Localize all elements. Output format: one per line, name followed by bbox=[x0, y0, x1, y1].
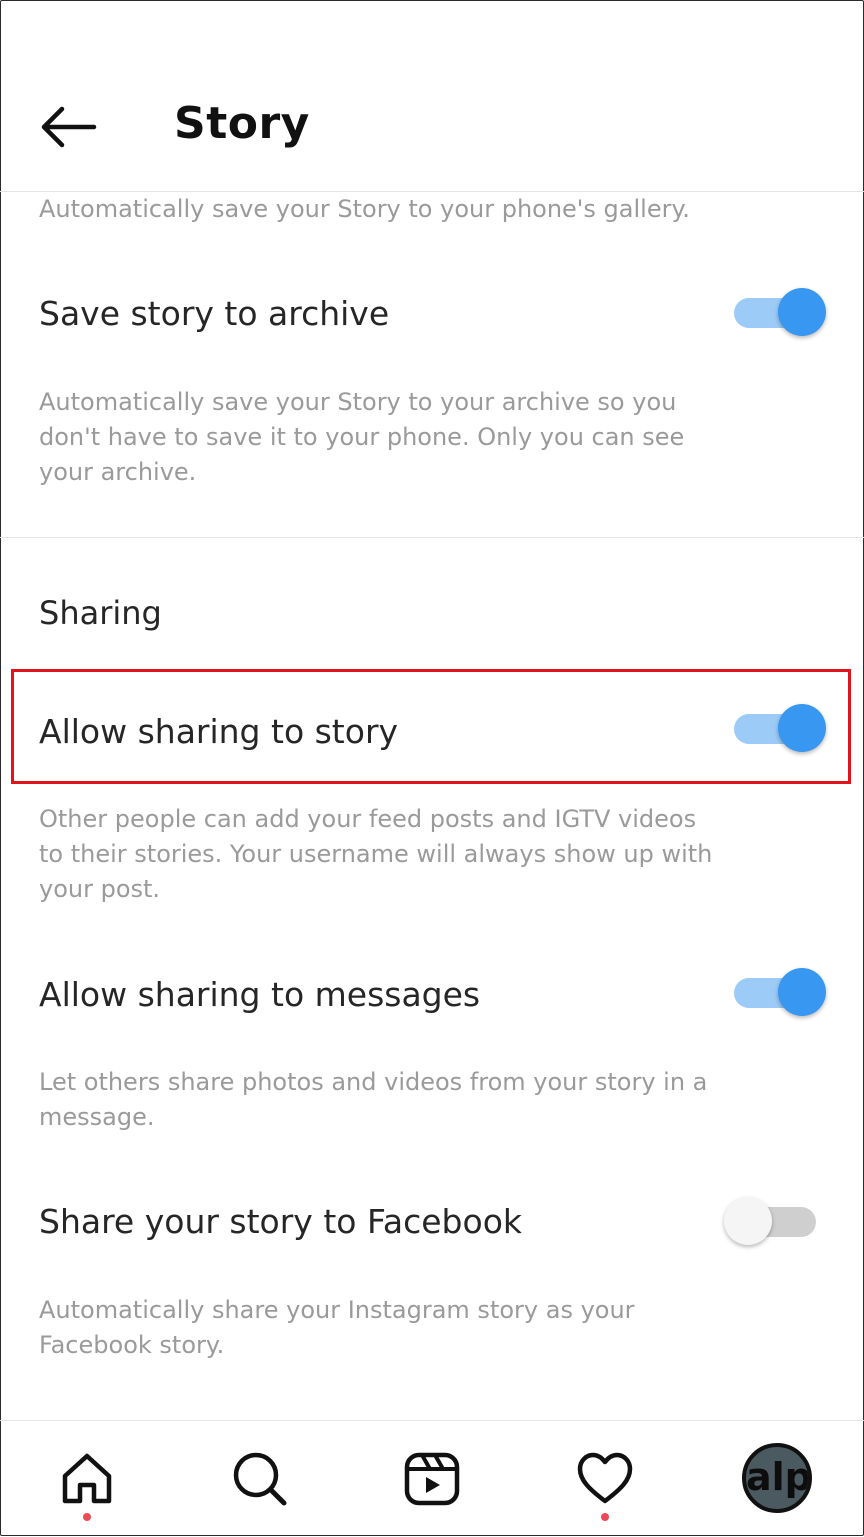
nav-reels[interactable] bbox=[402, 1449, 462, 1509]
save-to-archive-toggle[interactable] bbox=[734, 284, 826, 340]
page-title: Story bbox=[174, 98, 310, 149]
heart-icon bbox=[577, 1452, 633, 1504]
back-button[interactable] bbox=[38, 104, 98, 150]
search-icon bbox=[233, 1452, 287, 1506]
sharing-to-messages-description: Let others share photos and videos from … bbox=[39, 1068, 708, 1131]
allow-sharing-to-story-label: Allow sharing to story bbox=[39, 712, 399, 751]
gallery-description: Automatically save your Story to your ph… bbox=[39, 195, 690, 223]
reels-icon bbox=[404, 1452, 460, 1506]
toggle-knob bbox=[724, 1197, 772, 1245]
save-to-archive-label: Save story to archive bbox=[39, 294, 390, 333]
share-to-facebook-toggle[interactable] bbox=[724, 1193, 824, 1249]
section-divider bbox=[0, 537, 864, 538]
toggle-knob bbox=[778, 288, 826, 336]
allow-sharing-to-messages-label: Allow sharing to messages bbox=[39, 975, 481, 1014]
avatar-text: alp bbox=[746, 1455, 812, 1499]
home-icon bbox=[62, 1453, 112, 1504]
toggle-knob bbox=[778, 704, 826, 752]
allow-sharing-to-messages-toggle[interactable] bbox=[734, 964, 826, 1020]
nav-activity[interactable] bbox=[575, 1449, 635, 1509]
toggle-knob bbox=[778, 968, 826, 1016]
allow-sharing-to-story-toggle[interactable] bbox=[734, 700, 826, 756]
bottom-nav: alp bbox=[0, 1420, 864, 1537]
share-to-facebook-label: Share your story to Facebook bbox=[39, 1202, 522, 1241]
top-bar: Story bbox=[0, 0, 864, 192]
share-to-facebook-description: Automatically share your Instagram story… bbox=[39, 1296, 635, 1359]
sharing-to-story-description: Other people can add your feed posts and… bbox=[39, 805, 713, 903]
home-notification-dot bbox=[83, 1513, 91, 1521]
activity-notification-dot bbox=[601, 1513, 609, 1521]
sharing-section-heading: Sharing bbox=[39, 594, 162, 632]
nav-profile-avatar[interactable]: alp bbox=[742, 1443, 812, 1513]
arrow-left-icon bbox=[41, 106, 97, 148]
nav-home[interactable] bbox=[57, 1449, 117, 1509]
archive-description: Automatically save your Story to your ar… bbox=[39, 388, 685, 486]
nav-search[interactable] bbox=[230, 1449, 290, 1509]
